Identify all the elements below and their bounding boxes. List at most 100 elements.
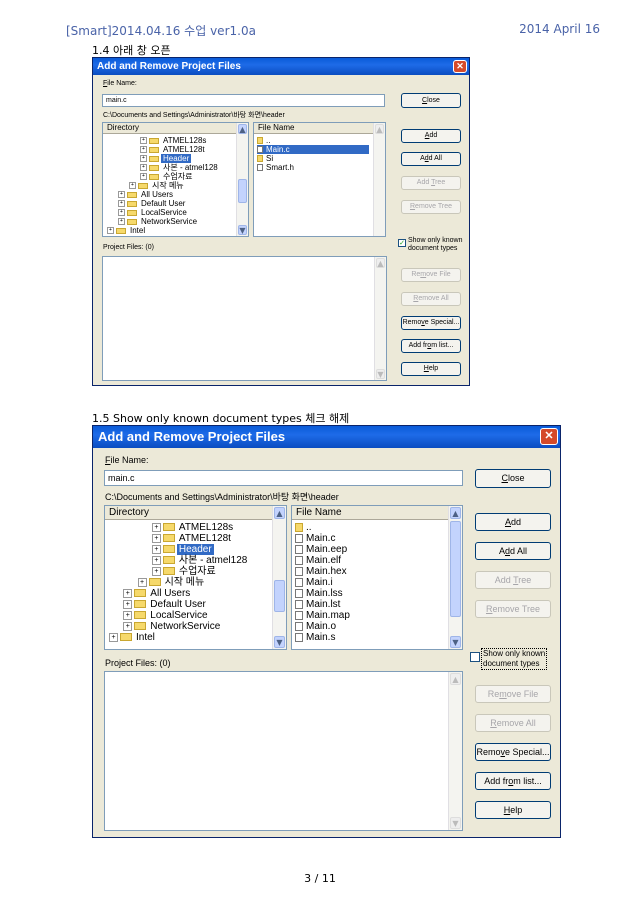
scroll-thumb[interactable] — [274, 580, 285, 612]
expand-icon[interactable]: + — [123, 599, 133, 609]
show-known-checkbox[interactable]: ✓ — [398, 239, 406, 247]
remove-file-button[interactable]: Remove File — [401, 268, 461, 282]
scroll-thumb[interactable] — [450, 521, 461, 617]
directory-item[interactable]: + ATMEL128s — [151, 522, 235, 533]
expand-icon[interactable]: + — [151, 555, 161, 565]
expand-icon[interactable]: + — [140, 146, 147, 154]
directory-scrollbar[interactable]: ▲ ▼ — [236, 123, 248, 236]
scroll-thumb[interactable] — [238, 179, 247, 203]
file-item[interactable]: Si — [257, 154, 273, 163]
file-item[interactable]: Main.eep — [295, 544, 347, 555]
file-name-input[interactable]: main.c — [102, 94, 385, 107]
expand-icon[interactable]: + — [151, 522, 161, 532]
close-icon[interactable]: ✕ — [540, 428, 558, 445]
project-files-scrollbar[interactable]: ▲ ▼ — [374, 257, 386, 380]
remove-special-button[interactable]: Remove Special... — [401, 316, 461, 330]
expand-icon[interactable]: + — [109, 632, 118, 642]
remove-special-button[interactable]: Remove Special... — [475, 743, 551, 761]
directory-item[interactable]: + ATMEL128s — [140, 136, 208, 145]
scroll-up-icon[interactable]: ▲ — [450, 673, 461, 685]
directory-list[interactable]: Directory ▲ ▼ + ATMEL128s + ATMEL128t + Heade… — [104, 505, 287, 650]
expand-icon[interactable]: + — [118, 209, 125, 217]
file-item[interactable]: Main.c — [295, 533, 335, 544]
remove-all-button[interactable]: Remove All — [475, 714, 551, 732]
add-from-list-button[interactable]: Add from list... — [475, 772, 551, 790]
scroll-up-icon[interactable]: ▲ — [376, 258, 385, 268]
directory-item[interactable]: + 수업자료 — [140, 172, 194, 181]
expand-icon[interactable]: + — [123, 621, 133, 631]
file-item[interactable]: .. — [257, 136, 270, 145]
help-button[interactable]: Help — [475, 801, 551, 819]
add-all-button[interactable]: Add All — [475, 542, 551, 560]
add-all-button[interactable]: Add All — [401, 152, 461, 166]
directory-item[interactable]: + 사본 - atmel128 — [140, 163, 220, 172]
directory-item[interactable]: + All Users — [118, 190, 175, 199]
close-icon[interactable]: ✕ — [453, 60, 467, 73]
expand-icon[interactable]: + — [140, 164, 147, 172]
project-files-list[interactable]: ▲ ▼ — [104, 671, 463, 831]
scroll-down-icon[interactable]: ▼ — [376, 369, 385, 379]
directory-item[interactable]: + Default User — [118, 199, 187, 208]
file-item[interactable]: Main.c — [257, 145, 369, 154]
expand-icon[interactable]: + — [118, 191, 125, 199]
scroll-up-icon[interactable]: ▲ — [238, 124, 247, 134]
directory-item[interactable]: + All Users — [123, 588, 192, 599]
file-item[interactable]: Smart.h — [257, 163, 294, 172]
add-from-list-button[interactable]: Add from list... — [401, 339, 461, 353]
file-item[interactable]: Main.map — [295, 610, 350, 621]
directory-item[interactable]: + ATMEL128t — [140, 145, 207, 154]
directory-item[interactable]: + Intel — [109, 632, 157, 643]
file-item[interactable]: Main.elf — [295, 555, 341, 566]
scroll-up-icon[interactable]: ▲ — [274, 507, 285, 519]
file-item[interactable]: Main.o — [295, 621, 336, 632]
remove-all-button[interactable]: Remove All — [401, 292, 461, 306]
scroll-up-icon[interactable]: ▲ — [450, 507, 461, 519]
close-button[interactable]: Close — [401, 93, 461, 108]
directory-item[interactable]: + 사본 - atmel128 — [151, 555, 249, 566]
expand-icon[interactable]: + — [118, 200, 125, 208]
directory-item[interactable]: + Intel — [107, 226, 147, 235]
expand-icon[interactable]: + — [137, 577, 147, 587]
scroll-down-icon[interactable]: ▼ — [238, 225, 247, 235]
help-button[interactable]: Help — [401, 362, 461, 376]
scroll-down-icon[interactable]: ▼ — [450, 636, 461, 648]
expand-icon[interactable]: + — [107, 227, 114, 235]
file-list[interactable]: File Name ▲ .. Main.c Si Smart.h — [253, 122, 386, 237]
file-scrollbar[interactable]: ▲ — [373, 123, 385, 236]
add-button[interactable]: Add — [475, 513, 551, 531]
add-tree-button[interactable]: Add Tree — [401, 176, 461, 190]
directory-item[interactable]: + NetworkService — [118, 217, 199, 226]
scroll-down-icon[interactable]: ▼ — [274, 636, 285, 648]
directory-item[interactable]: + Default User — [123, 599, 208, 610]
file-name-input[interactable]: main.c — [104, 470, 463, 486]
directory-item[interactable]: + 시작 메뉴 — [137, 577, 207, 588]
directory-list[interactable]: Directory ▲ ▼ + ATMEL128s + ATMEL128t + Heade… — [102, 122, 249, 237]
directory-item[interactable]: + 시작 메뉴 — [129, 181, 186, 190]
project-files-scrollbar[interactable]: ▲ ▼ — [448, 672, 462, 830]
file-item[interactable]: Main.s — [295, 632, 335, 643]
scroll-down-icon[interactable]: ▼ — [450, 817, 461, 829]
expand-icon[interactable]: + — [151, 533, 161, 543]
directory-item[interactable]: + LocalService — [123, 610, 209, 621]
expand-icon[interactable]: + — [118, 218, 125, 226]
project-files-list[interactable]: ▲ ▼ — [102, 256, 387, 381]
directory-item[interactable]: + NetworkService — [123, 621, 222, 632]
file-list[interactable]: File Name ▲ ▼ .. Main.c Main.eep Main.elf Ma… — [291, 505, 463, 650]
add-tree-button[interactable]: Add Tree — [475, 571, 551, 589]
file-item[interactable]: Main.lst — [295, 599, 340, 610]
directory-item[interactable]: + Header — [151, 544, 214, 555]
expand-icon[interactable]: + — [140, 155, 147, 163]
remove-tree-button[interactable]: Remove Tree — [401, 200, 461, 214]
directory-item[interactable]: + LocalService — [118, 208, 189, 217]
scroll-up-icon[interactable]: ▲ — [375, 124, 384, 134]
expand-icon[interactable]: + — [151, 566, 161, 576]
expand-icon[interactable]: + — [151, 544, 161, 554]
file-item[interactable]: Main.i — [295, 577, 333, 588]
file-scrollbar[interactable]: ▲ ▼ — [448, 506, 462, 649]
expand-icon[interactable]: + — [140, 137, 147, 145]
file-item[interactable]: .. — [295, 522, 312, 533]
expand-icon[interactable]: + — [123, 588, 133, 598]
file-item[interactable]: Main.lss — [295, 588, 343, 599]
expand-icon[interactable]: + — [140, 173, 147, 181]
directory-item[interactable]: + 수업자료 — [151, 566, 218, 577]
